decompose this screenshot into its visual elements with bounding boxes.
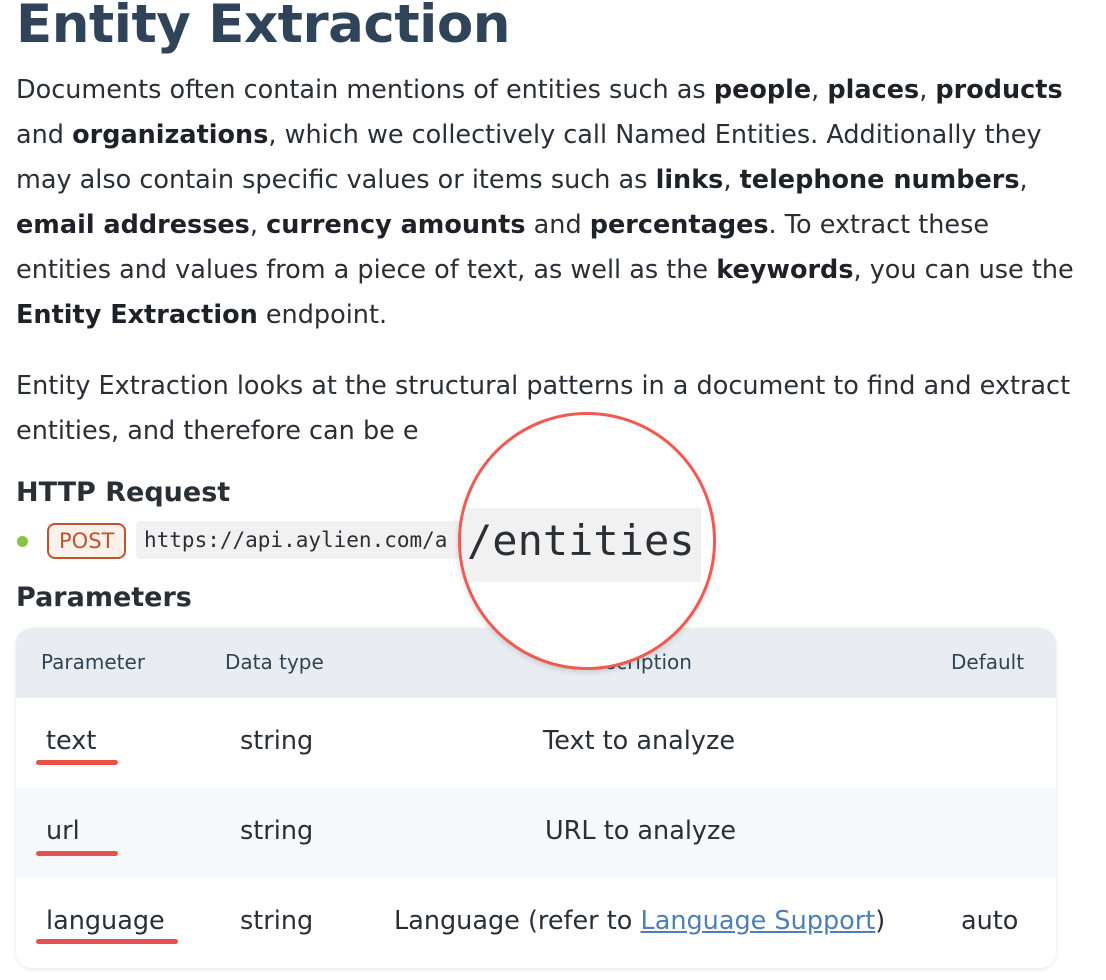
param-name: text bbox=[46, 726, 97, 756]
header-parameter: Parameter bbox=[41, 650, 146, 674]
endpoint-url[interactable]: https://api.aylien.com/a bbox=[136, 521, 466, 559]
underline-highlight bbox=[36, 851, 118, 856]
page-title: Entity Extraction bbox=[16, 0, 510, 55]
bullet-dot bbox=[17, 536, 28, 547]
table-row: url string URL to analyze bbox=[16, 788, 1056, 878]
param-description: Language (refer to Language Support) bbox=[394, 906, 886, 936]
param-type: string bbox=[240, 726, 314, 756]
underline-highlight bbox=[36, 939, 178, 944]
magnified-endpoint-path: /entities bbox=[467, 516, 695, 565]
http-request-heading: HTTP Request bbox=[16, 477, 231, 508]
table-row: language string Language (refer to Langu… bbox=[16, 878, 1056, 968]
param-description: URL to analyze bbox=[545, 816, 737, 846]
header-data-type: Data type bbox=[225, 650, 324, 674]
magnifier-callout: /entities bbox=[458, 412, 716, 670]
intro-paragraph: Documents often contain mentions of enti… bbox=[16, 75, 1074, 330]
parameters-table: Parameter Data type Description Default … bbox=[16, 628, 1056, 968]
language-support-link[interactable]: Language Support bbox=[640, 906, 875, 936]
param-type: string bbox=[240, 816, 314, 846]
param-name: url bbox=[46, 816, 80, 846]
table-row: text string Text to analyze bbox=[16, 698, 1056, 788]
param-type: string bbox=[240, 906, 314, 936]
param-description: Text to analyze bbox=[543, 726, 736, 756]
method-badge: POST bbox=[47, 523, 127, 559]
param-name: language bbox=[46, 906, 165, 936]
parameters-heading: Parameters bbox=[16, 582, 192, 613]
underline-highlight bbox=[36, 760, 118, 765]
header-default: Default bbox=[951, 650, 1025, 674]
param-default: auto bbox=[961, 906, 1019, 936]
